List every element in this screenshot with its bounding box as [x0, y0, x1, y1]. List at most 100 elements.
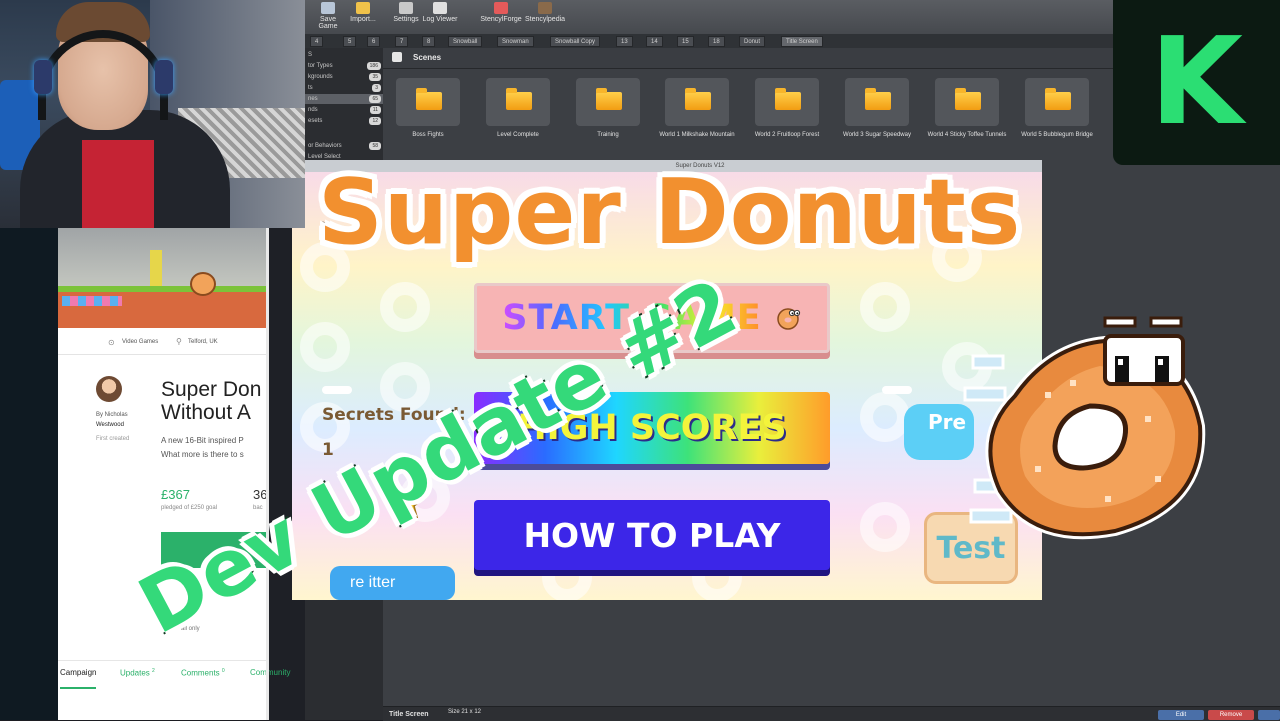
settings-button[interactable]: Settings [391, 2, 421, 23]
scene-thumb-boss-fights[interactable]: Boss Fights [388, 78, 468, 139]
tab-label: 5 [348, 39, 352, 45]
tab-label: Snowball Copy [555, 39, 596, 45]
how-to-play-button[interactable]: HOW TO PLAY [474, 500, 830, 570]
remove-label: Remove [1219, 712, 1243, 718]
tab-count: 2 [152, 668, 155, 674]
sidebar-item-sounds[interactable]: nds 11 [305, 105, 383, 115]
sidebar-item-label: S [308, 52, 313, 58]
count-badge: 35 [369, 73, 381, 81]
sidebar-item-backgrounds[interactable]: kgrounds 35 [305, 72, 383, 82]
tab-title-screen[interactable]: Title Screen [781, 36, 823, 47]
tab-campaign[interactable]: Campaign [60, 668, 96, 677]
tab-label: 4 [315, 39, 319, 45]
sidebar-item-label: nds [308, 107, 318, 113]
left-dark-strip [0, 228, 60, 720]
tab-label: Updates [120, 668, 150, 678]
kickstarter-k-logo: K [1150, 13, 1243, 152]
project-meta-bar [58, 328, 266, 355]
tab-updates[interactable]: Updates 2 [120, 668, 155, 678]
sidebar-item[interactable]: S [305, 50, 383, 60]
stencylforge-button[interactable]: StencylForge [480, 2, 522, 23]
count-badge: 58 [369, 142, 381, 150]
save-game-button[interactable]: Save Game [310, 2, 346, 30]
count-badge: 11 [369, 106, 381, 114]
creator-avatar[interactable] [96, 376, 122, 402]
folder-icon [506, 88, 532, 110]
sidebar-item-fonts[interactable]: ts 3 [305, 83, 383, 93]
webcam-feed [0, 0, 305, 228]
folder-icon [955, 88, 981, 110]
tab-15[interactable]: 15 [677, 36, 694, 47]
donut-pattern [860, 392, 910, 442]
scene-thumb-world-1[interactable]: World 1 Milkshake Mountain [657, 78, 737, 139]
folder-icon [416, 88, 442, 110]
sidebar-item-scenes[interactable]: nes 65 [305, 94, 383, 104]
hero-plant [150, 250, 162, 286]
tab-7[interactable]: 7 [395, 36, 409, 47]
headphone-cup [155, 60, 173, 94]
scene-thumb-world-5[interactable]: World 5 Bubblegum Bridge [1017, 78, 1097, 139]
tab-14[interactable]: 14 [646, 36, 663, 47]
scene-thumbnail [845, 78, 909, 126]
tab-label: Snowball [453, 39, 478, 45]
twitter-button[interactable]: re itter [330, 566, 455, 600]
sidebar-item-label: or Behaviors [308, 143, 342, 149]
tab-label: Title Screen [786, 39, 818, 45]
log-viewer-label: Log Viewer [422, 16, 458, 23]
sidebar-item-actor-behaviors[interactable]: or Behaviors 58 [305, 141, 383, 151]
webcam-shirt [82, 140, 154, 228]
scene-thumbnail [396, 78, 460, 126]
tab-5[interactable]: 5 [343, 36, 357, 47]
tab-snowball[interactable]: Snowball [448, 36, 483, 47]
edit-label: Edit [1175, 712, 1187, 718]
scene-thumb-world-4[interactable]: World 4 Sticky Toffee Tunnels [927, 78, 1007, 139]
location-pin-icon: ⚲ [176, 337, 182, 346]
scene-name: World 2 Fruitloop Forest [754, 132, 820, 138]
tab-snowman[interactable]: Snowman [497, 36, 534, 47]
scene-thumb-world-3[interactable]: World 3 Sugar Speedway [837, 78, 917, 139]
tab-label: 15 [682, 39, 689, 45]
hero-cave-wall [58, 228, 266, 288]
save-icon [321, 2, 335, 14]
editor-status-bar [383, 706, 1280, 721]
thumbnail-title: Super Donuts [315, 158, 1022, 268]
more-button[interactable] [1258, 710, 1280, 720]
edit-button[interactable]: Edit [1158, 710, 1204, 720]
folder-icon [1045, 88, 1071, 110]
tab-label: 7 [400, 39, 404, 45]
tab-donut[interactable]: Donut [739, 36, 766, 47]
count-badge: 65 [369, 95, 381, 103]
log-viewer-button[interactable]: Log Viewer [422, 2, 458, 23]
tab-6[interactable]: 6 [367, 36, 381, 47]
stencylpedia-button[interactable]: Stencylpedia [524, 2, 566, 23]
sidebar-item-actor-types[interactable]: tor Types 186 [305, 61, 383, 71]
cloud-decoration [882, 386, 912, 394]
scene-thumb-training[interactable]: Training [568, 78, 648, 139]
donut-icon [776, 308, 800, 330]
tab-8[interactable]: 8 [422, 36, 436, 47]
donut-mascot-icon [963, 316, 1206, 540]
scene-thumb-level-complete[interactable]: Level Complete [478, 78, 558, 139]
tab-4[interactable]: 4 [310, 36, 324, 47]
tab-snowball-copy[interactable]: Snowball Copy [550, 36, 601, 47]
scene-thumbnail [665, 78, 729, 126]
tab-community[interactable]: Community [250, 668, 290, 677]
scenes-title: Scenes [413, 53, 442, 62]
hero-donut-character [190, 272, 216, 296]
tab-comments[interactable]: Comments 0 [181, 668, 225, 678]
remove-button[interactable]: Remove [1208, 710, 1254, 720]
import-icon [356, 2, 370, 14]
description-line: A new 16-Bit inspired P [161, 436, 244, 445]
import-button[interactable]: Import... [348, 2, 378, 23]
location-link[interactable]: Telford, UK [188, 339, 218, 345]
donut-pattern [860, 502, 910, 552]
category-link[interactable]: Video Games [122, 339, 158, 345]
scene-thumb-world-2[interactable]: World 2 Fruitloop Forest [747, 78, 827, 139]
creator-name[interactable]: Westwood [96, 420, 128, 430]
tab-18[interactable]: 18 [708, 36, 725, 47]
sidebar-item-tilesets[interactable]: esets 12 [305, 116, 383, 126]
settings-label: Settings [393, 16, 419, 23]
sidebar-item-label: kgrounds [308, 74, 333, 80]
tab-label: Snowman [502, 39, 529, 45]
tab-13[interactable]: 13 [616, 36, 633, 47]
